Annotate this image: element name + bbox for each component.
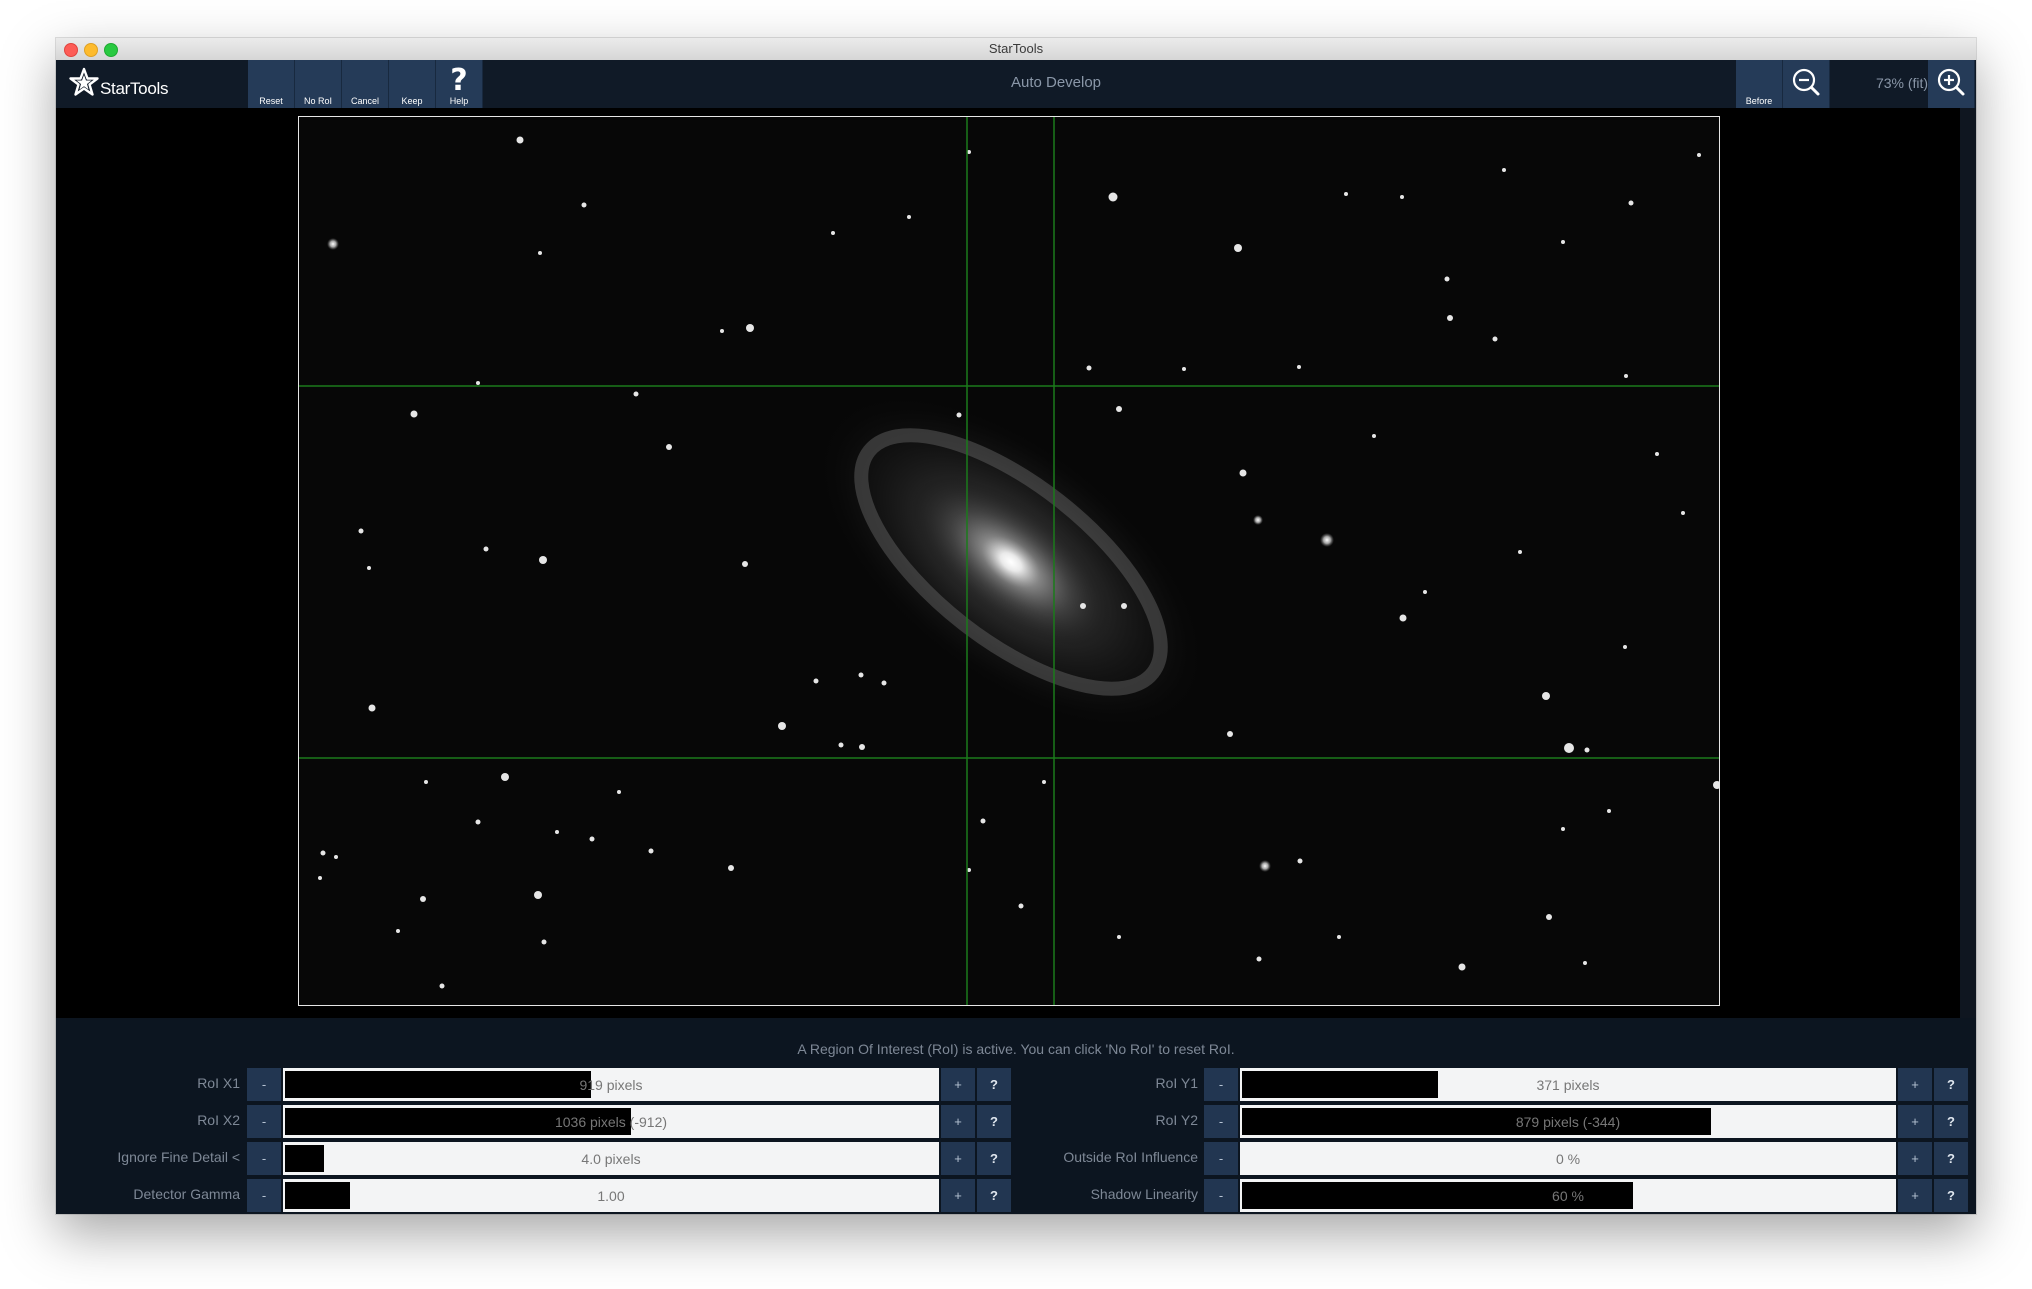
value-slider[interactable]: 879 pixels (-344) — [1240, 1105, 1896, 1138]
value-slider[interactable]: 60 % — [1240, 1179, 1896, 1212]
param-label: RoI Y1 — [1155, 1075, 1198, 1091]
value-slider[interactable]: 4.0 pixels — [283, 1142, 939, 1175]
param-help-button[interactable]: ? — [1934, 1142, 1968, 1175]
startools-logo-icon — [69, 67, 99, 96]
value-text: 371 pixels — [1536, 1077, 1600, 1093]
zoom-in-button[interactable] — [1928, 60, 1975, 108]
param-label: RoI X2 — [197, 1112, 240, 1128]
keep-button[interactable]: Keep — [389, 60, 436, 108]
increase-button[interactable]: + — [1898, 1105, 1932, 1138]
value-text: 879 pixels (-344) — [1515, 1114, 1621, 1130]
decrease-button[interactable]: - — [247, 1068, 281, 1101]
param-roi-y2: RoI Y2 - 879 pixels (-344) + ? — [1016, 1105, 1976, 1138]
decrease-button[interactable]: - — [1204, 1068, 1238, 1101]
increase-button[interactable]: + — [941, 1179, 975, 1212]
zoom-in-icon — [1937, 68, 1965, 96]
value-text: 1036 pixels (-912) — [554, 1114, 668, 1130]
image-viewport[interactable] — [56, 108, 1976, 1018]
status-message: A Region Of Interest (RoI) is active. Yo… — [797, 1041, 1235, 1057]
viewport-edge — [1960, 108, 1976, 1018]
no-roi-button[interactable]: No RoI — [295, 60, 342, 108]
increase-button[interactable]: + — [1898, 1179, 1932, 1212]
cancel-label: Cancel — [350, 96, 379, 106]
parameter-panel: A Region Of Interest (RoI) is active. Yo… — [56, 1018, 1976, 1214]
param-label: Outside RoI Influence — [1063, 1149, 1198, 1165]
decrease-button[interactable]: - — [247, 1142, 281, 1175]
value-text: 919 pixels — [579, 1077, 643, 1093]
param-label: RoI X1 — [197, 1075, 240, 1091]
param-help-button[interactable]: ? — [1934, 1105, 1968, 1138]
before-button[interactable]: Before — [1736, 60, 1783, 108]
before-label: Before — [1745, 96, 1773, 106]
reset-button[interactable]: Reset — [248, 60, 295, 108]
logo-text: StarTools — [100, 79, 169, 98]
reset-label: Reset — [259, 96, 283, 106]
value-slider[interactable]: 371 pixels — [1240, 1068, 1896, 1101]
param-help-button[interactable]: ? — [977, 1179, 1011, 1212]
increase-button[interactable]: + — [1898, 1142, 1932, 1175]
help-button[interactable]: ? Help — [436, 60, 483, 108]
increase-button[interactable]: + — [1898, 1068, 1932, 1101]
value-text: 1.00 — [597, 1188, 625, 1204]
increase-button[interactable]: + — [941, 1068, 975, 1101]
param-roi-x2: RoI X2 - 1036 pixels (-912) + ? — [56, 1105, 1016, 1138]
title-bar: StarTools — [56, 38, 1976, 61]
param-help-button[interactable]: ? — [977, 1142, 1011, 1175]
zoom-out-button[interactable] — [1783, 60, 1830, 108]
param-ignore-fine-detail: Ignore Fine Detail < - 4.0 pixels + ? — [56, 1142, 1016, 1175]
toolbar: StarTools Reset No RoI Cancel Keep ? Hel… — [56, 60, 1976, 108]
increase-button[interactable]: + — [941, 1105, 975, 1138]
decrease-button[interactable]: - — [1204, 1142, 1238, 1175]
help-icon: ? — [450, 63, 467, 96]
increase-button[interactable]: + — [941, 1142, 975, 1175]
help-label: Help — [449, 96, 469, 106]
decrease-button[interactable]: - — [1204, 1179, 1238, 1212]
param-detector-gamma: Detector Gamma - 1.00 + ? — [56, 1179, 1016, 1212]
param-label: Shadow Linearity — [1090, 1186, 1198, 1202]
decrease-button[interactable]: - — [247, 1105, 281, 1138]
param-outside-roi-influence: Outside RoI Influence - 0 % + ? — [1016, 1142, 1976, 1175]
no-roi-label: No RoI — [303, 96, 332, 106]
tool-title: Auto Develop — [1010, 74, 1102, 91]
param-help-button[interactable]: ? — [1934, 1068, 1968, 1101]
value-slider[interactable]: 919 pixels — [283, 1068, 939, 1101]
keep-label: Keep — [401, 96, 423, 106]
app-logo: StarTools — [68, 60, 168, 108]
decrease-button[interactable]: - — [1204, 1105, 1238, 1138]
param-shadow-linearity: Shadow Linearity - 60 % + ? — [1016, 1179, 1976, 1212]
value-slider[interactable]: 1.00 — [283, 1179, 939, 1212]
param-label: Detector Gamma — [133, 1186, 240, 1202]
param-help-button[interactable]: ? — [977, 1068, 1011, 1101]
svg-text:?: ? — [450, 63, 467, 96]
cancel-button[interactable]: Cancel — [342, 60, 389, 108]
galaxy-image[interactable] — [298, 116, 1720, 1006]
param-roi-x1: RoI X1 - 919 pixels + ? — [56, 1068, 1016, 1101]
param-roi-y1: RoI Y1 - 371 pixels + ? — [1016, 1068, 1976, 1101]
value-text: 4.0 pixels — [581, 1151, 641, 1167]
param-label: Ignore Fine Detail < — [117, 1149, 240, 1165]
value-text: 0 % — [1555, 1151, 1581, 1167]
param-help-button[interactable]: ? — [977, 1105, 1011, 1138]
value-text: 60 % — [1552, 1188, 1584, 1204]
window-title: StarTools — [988, 41, 1044, 56]
value-slider[interactable]: 0 % — [1240, 1142, 1896, 1175]
galaxy-image-canvas[interactable] — [299, 117, 1719, 1005]
zoom-out-icon — [1792, 68, 1820, 96]
param-help-button[interactable]: ? — [1934, 1179, 1968, 1212]
decrease-button[interactable]: - — [247, 1179, 281, 1212]
app-window: StarTools StarTools Reset No RoI Cancel … — [56, 38, 1976, 1214]
value-slider[interactable]: 1036 pixels (-912) — [283, 1105, 939, 1138]
param-label: RoI Y2 — [1155, 1112, 1198, 1128]
